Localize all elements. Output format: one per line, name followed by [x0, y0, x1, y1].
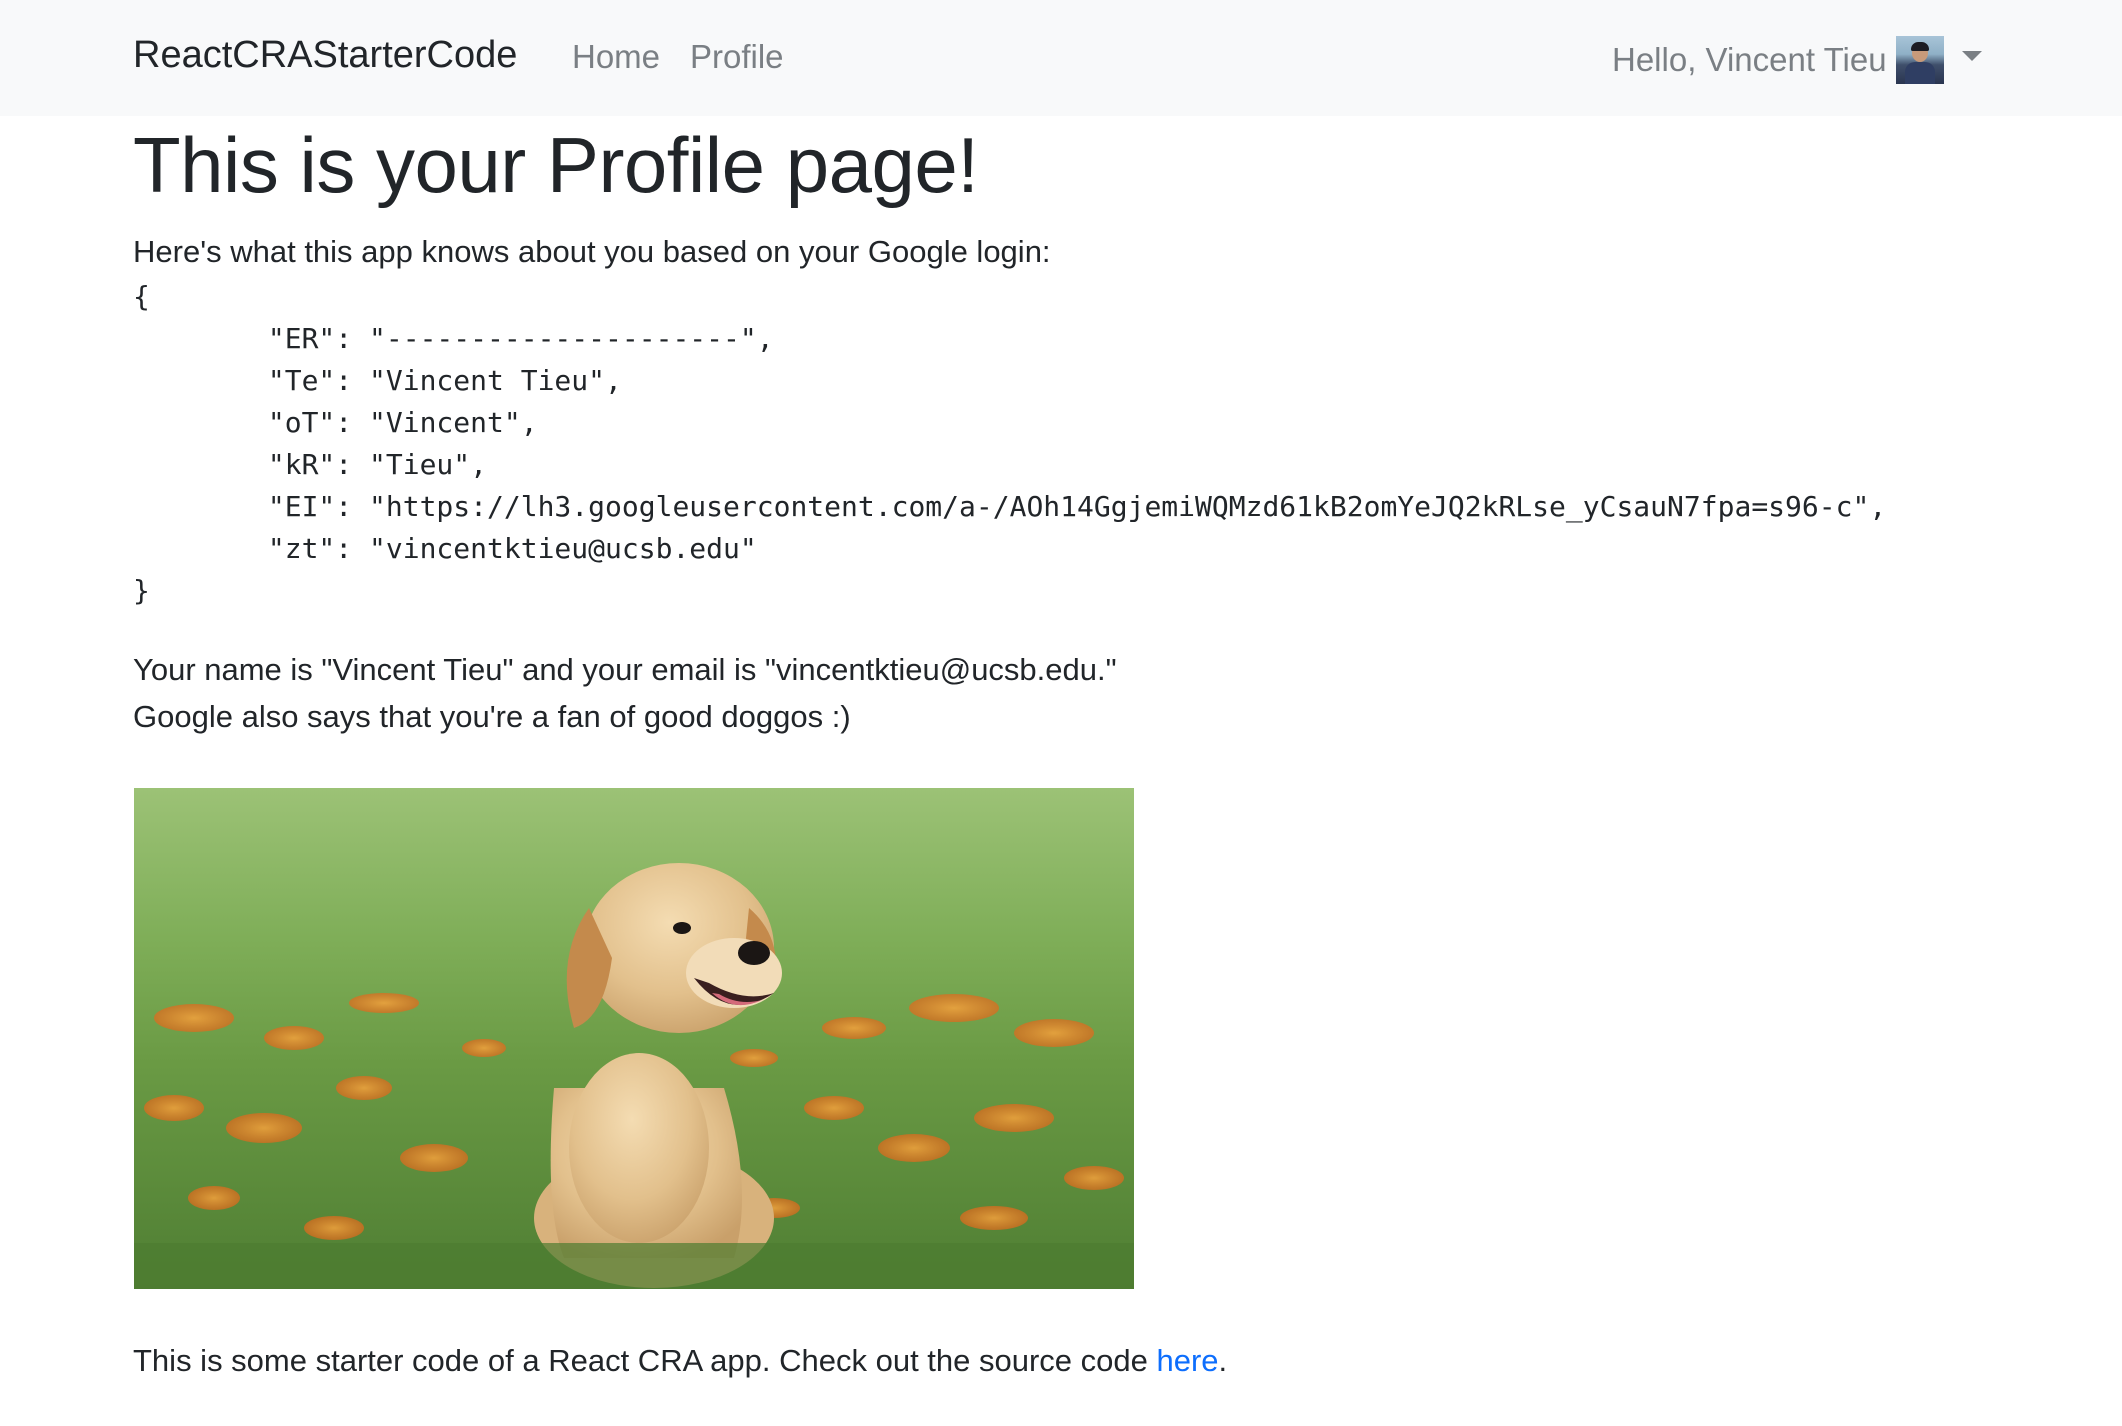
json-line: "Te": "Vincent Tieu", [133, 364, 622, 397]
profile-json-block: { "ER": "---------------------", "Te": "… [133, 276, 1886, 612]
footer-text: This is some starter code of a React CRA… [133, 1343, 1227, 1379]
page-title: This is your Profile page! [133, 121, 979, 209]
nav-link-profile[interactable]: Profile [690, 38, 784, 76]
avatar [1895, 36, 1944, 84]
dog-photo [134, 788, 1134, 1289]
user-greeting: Hello, Vincent Tieu [1612, 41, 1887, 78]
json-line: "ER": "---------------------", [133, 322, 774, 355]
intro-text: Here's what this app knows about you bas… [133, 234, 1051, 269]
json-line: "kR": "Tieu", [133, 448, 488, 481]
navbar: ReactCRAStarterCode Home Profile Hello, … [0, 0, 2122, 116]
navbar-brand[interactable]: ReactCRAStarterCode [133, 34, 517, 77]
footer-suffix: . [1218, 1343, 1228, 1378]
summary-doggos: Google also says that you're a fan of go… [133, 699, 851, 734]
summary-name-email: Your name is "Vincent Tieu" and your ema… [133, 652, 1117, 687]
json-line: { [133, 280, 150, 313]
source-code-link[interactable]: here [1157, 1343, 1219, 1378]
json-line: "EI": "https://lh3.googleusercontent.com… [133, 490, 1887, 523]
nav-link-home[interactable]: Home [572, 38, 660, 76]
chevron-down-icon[interactable] [1961, 51, 1982, 61]
json-line: "zt": "vincentktieu@ucsb.edu" [133, 532, 757, 565]
json-line: } [133, 574, 150, 607]
json-line: "oT": "Vincent", [133, 406, 538, 439]
user-dropdown-toggle[interactable]: Hello, Vincent Tieu [1612, 34, 1982, 86]
footer-prefix: This is some starter code of a React CRA… [133, 1343, 1157, 1378]
